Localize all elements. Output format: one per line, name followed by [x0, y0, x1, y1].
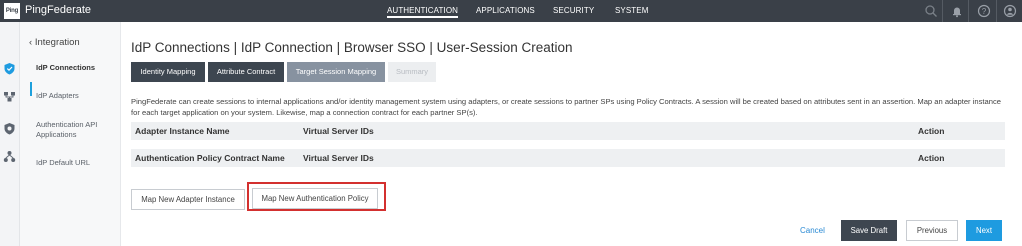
- tab-summary: Summary: [388, 62, 436, 82]
- sidenav-item-idp-default-url[interactable]: IdP Default URL: [36, 158, 116, 168]
- previous-button[interactable]: Previous: [906, 220, 958, 241]
- bell-icon[interactable]: [950, 4, 964, 18]
- column-header: Adapter Instance Name: [135, 126, 230, 136]
- ping-logo: Ping: [4, 3, 20, 19]
- sidenav-item-idp-connections[interactable]: IdP Connections: [36, 63, 116, 73]
- column-header: Action: [918, 126, 945, 136]
- cancel-link[interactable]: Cancel: [800, 226, 825, 235]
- search-icon[interactable]: [924, 4, 938, 18]
- next-button[interactable]: Next: [966, 220, 1002, 241]
- tab-attribute-contract[interactable]: Attribute Contract: [208, 62, 284, 82]
- column-header: Action: [918, 153, 945, 163]
- svg-text:?: ?: [982, 7, 987, 16]
- adapter-table-header: Adapter Instance Name Virtual Server IDs…: [131, 122, 1005, 140]
- badge-icon[interactable]: [3, 122, 16, 135]
- description-text: PingFederate can create sessions to inte…: [131, 97, 1001, 117]
- back-link[interactable]: ‹ Integration: [29, 37, 80, 48]
- divider: [942, 0, 943, 22]
- user-icon[interactable]: [1003, 4, 1017, 18]
- nav-applications[interactable]: APPLICATIONS: [476, 6, 535, 15]
- network-icon[interactable]: [3, 90, 16, 103]
- nav-authentication[interactable]: AUTHENTICATION: [387, 6, 459, 18]
- page-title: IdP Connections | IdP Connection | Brows…: [131, 40, 573, 55]
- help-icon[interactable]: ?: [977, 4, 991, 18]
- tab-target-session-mapping[interactable]: Target Session Mapping: [287, 62, 385, 82]
- nav-security[interactable]: SECURITY: [553, 6, 594, 15]
- tab-identity-mapping[interactable]: Identity Mapping: [131, 62, 205, 82]
- map-new-adapter-instance-button[interactable]: Map New Adapter Instance: [131, 189, 245, 210]
- divider: [968, 0, 969, 22]
- nav-system[interactable]: SYSTEM: [615, 6, 649, 15]
- column-header: Virtual Server IDs: [303, 153, 374, 163]
- sidenav-item-idp-adapters[interactable]: IdP Adapters: [36, 91, 116, 101]
- policy-table-header: Authentication Policy Contract Name Virt…: [131, 149, 1005, 167]
- sidenav-item-authentication-api-applications[interactable]: Authentication API Applications: [36, 120, 116, 140]
- hierarchy-icon[interactable]: [3, 150, 16, 163]
- column-header: Virtual Server IDs: [303, 126, 374, 136]
- shield-icon[interactable]: [3, 62, 16, 75]
- active-indicator: [30, 82, 32, 96]
- column-header: Authentication Policy Contract Name: [135, 153, 285, 163]
- map-new-authentication-policy-button[interactable]: Map New Authentication Policy: [252, 188, 378, 209]
- top-bar: Ping PingFederate AUTHENTICATION APPLICA…: [0, 0, 1022, 22]
- side-nav: ‹ Integration IdP Connections IdP Adapte…: [20, 22, 121, 246]
- brand-name[interactable]: PingFederate: [25, 4, 91, 16]
- save-draft-button[interactable]: Save Draft: [841, 220, 897, 241]
- icon-rail: [0, 22, 20, 246]
- divider: [996, 0, 997, 22]
- back-link-label: Integration: [34, 37, 80, 48]
